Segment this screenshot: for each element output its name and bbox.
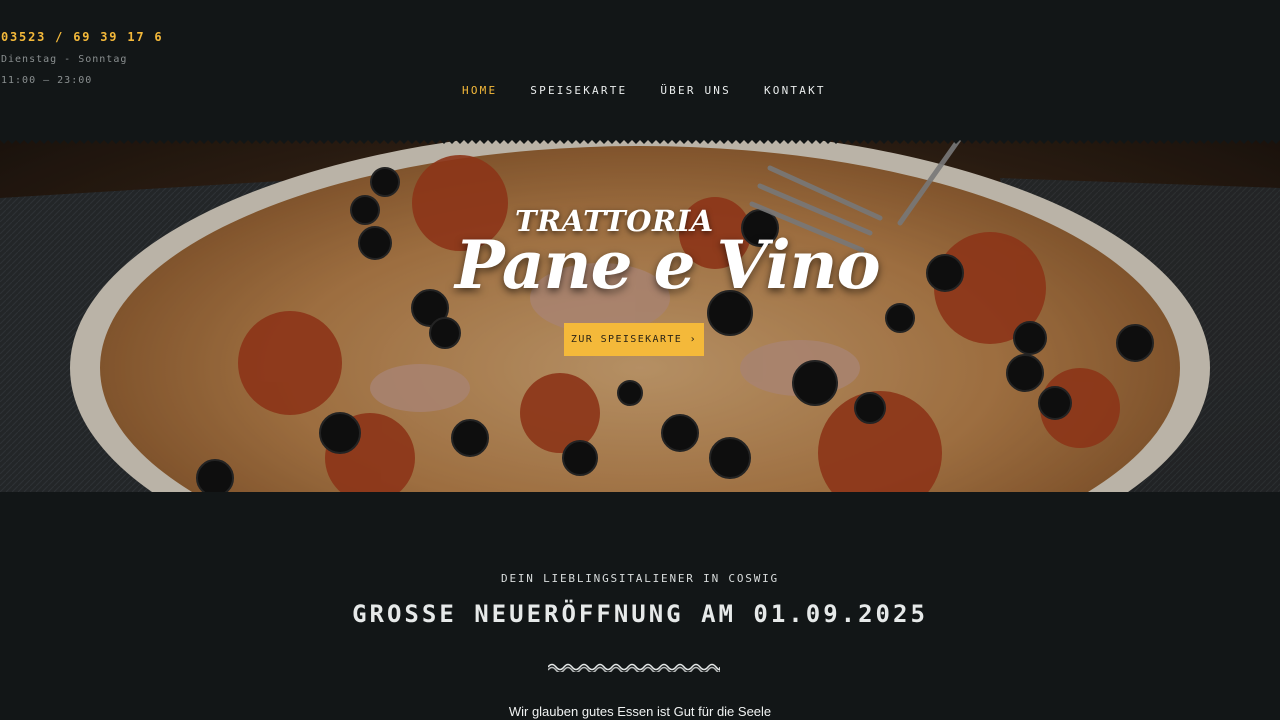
nav-ueber-uns[interactable]: ÜBER UNS	[660, 84, 731, 97]
hero-content: TRATTORIA Pane e Vino ZUR SPEISEKARTE ›	[0, 138, 1280, 492]
hero-banner: TRATTORIA Pane e Vino ZUR SPEISEKARTE ›	[0, 138, 1280, 492]
contact-block: 03523 / 69 39 17 6 Dienstag - Sonntag 11…	[1, 30, 163, 86]
main-nav: HOME SPEISEKARTE ÜBER UNS KONTAKT	[462, 84, 859, 97]
intro-tagline: Wir glauben gutes Essen ist Gut für die …	[508, 704, 772, 719]
top-header: 03523 / 69 39 17 6 Dienstag - Sonntag 11…	[0, 0, 1280, 140]
menu-cta-button[interactable]: ZUR SPEISEKARTE ›	[564, 323, 704, 356]
intro-headline: GROSSE NEUERÖFFNUNG AM 01.09.2025	[352, 600, 928, 628]
opening-days: Dienstag - Sonntag	[1, 54, 128, 65]
nav-speisekarte[interactable]: SPEISEKARTE	[530, 84, 627, 97]
nav-home[interactable]: HOME	[462, 84, 497, 97]
opening-hours: 11:00 – 23:00	[1, 75, 93, 86]
intro-eyebrow: DEIN LIEBLINGSITALIENER IN COSWIG	[501, 572, 779, 585]
wave-divider-icon	[548, 663, 720, 672]
intro-section: DEIN LIEBLINGSITALIENER IN COSWIG GROSSE…	[0, 492, 1280, 720]
hero-title-logo: Pane e Vino	[455, 226, 881, 304]
nav-kontakt[interactable]: KONTAKT	[764, 84, 826, 97]
phone-number[interactable]: 03523 / 69 39 17 6	[1, 30, 163, 44]
